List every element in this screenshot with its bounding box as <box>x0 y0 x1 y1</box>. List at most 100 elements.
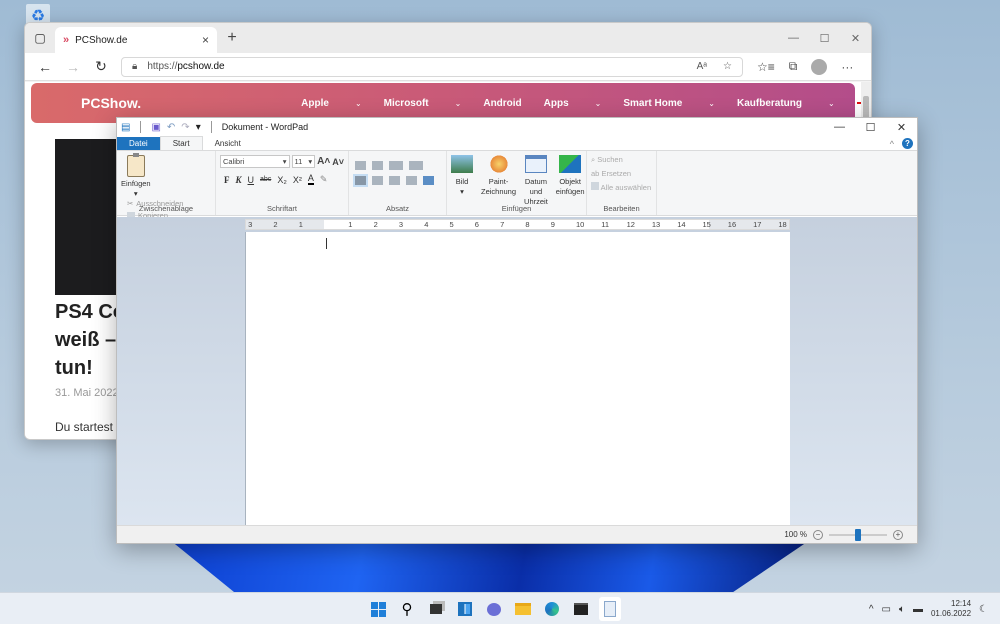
nav-apps[interactable]: Apps ⌄ <box>544 98 602 109</box>
decrease-indent-icon[interactable] <box>355 161 366 170</box>
underline-button[interactable]: U <box>248 175 255 185</box>
clock[interactable]: 12:14 01.06.2022 <box>931 599 971 619</box>
tab-file[interactable]: Datei <box>117 137 160 150</box>
align-left-icon[interactable] <box>353 174 368 187</box>
document-page[interactable] <box>245 232 790 527</box>
zoom-in-button[interactable]: + <box>893 529 903 540</box>
clipboard-icon <box>126 153 145 177</box>
profile-avatar[interactable] <box>811 58 828 75</box>
network-icon[interactable]: ▭ <box>882 604 891 615</box>
wordpad-taskbar-icon[interactable] <box>599 597 621 621</box>
align-right-icon[interactable] <box>389 176 400 185</box>
refresh-button[interactable]: ↻ <box>87 58 115 75</box>
file-explorer-icon[interactable] <box>512 597 534 621</box>
bold-button[interactable]: F <box>224 175 230 185</box>
group-font: Calibri ▾ 11 ▾ A˄ A˅ F K U abc X₂ X² A ✎ S… <box>216 151 349 215</box>
zoom-slider-thumb[interactable] <box>855 528 861 541</box>
undo-icon[interactable]: ↶ <box>167 122 175 133</box>
collections-icon[interactable]: ⧉ <box>789 59 798 74</box>
ruler[interactable]: 3 2 1 1 2 3 4 5 6 7 8 9 10 11 12 13 14 15 16 17 18 <box>245 219 790 230</box>
new-tab-button[interactable]: + <box>217 29 247 47</box>
back-button[interactable]: ← <box>31 59 59 75</box>
close-tab-icon[interactable]: × <box>202 33 209 47</box>
ruler-number: 17 <box>753 220 762 229</box>
article-title[interactable]: PS4 Co weiß – tun! <box>55 298 125 382</box>
ribbon: Einfügen ▾ ✂ Ausschneiden Kopieren Zwische… <box>117 150 917 220</box>
ruler-number: 18 <box>778 220 787 229</box>
tab-view[interactable]: Ansicht <box>203 137 253 150</box>
lock-icon[interactable]: 🔒︎ <box>132 61 137 72</box>
shrink-font-icon[interactable]: A˅ <box>332 157 344 167</box>
search-icon[interactable]: ⚲ <box>396 597 418 621</box>
start-button[interactable] <box>367 597 389 621</box>
nav-kaufberatung[interactable]: Kaufberatung ⌄ <box>737 98 835 109</box>
focus-assist-icon[interactable]: ☾ <box>979 604 988 615</box>
windows-logo-icon <box>370 601 386 617</box>
forward-button[interactable]: → <box>59 59 87 75</box>
ruler-number: 5 <box>449 220 454 229</box>
zoom-out-button[interactable]: − <box>813 529 823 540</box>
teams-chat-icon[interactable] <box>483 597 505 621</box>
wordpad-app-icon[interactable]: ▤ <box>121 122 130 133</box>
redo-icon[interactable]: ↷ <box>181 122 189 133</box>
save-icon[interactable]: ▣ <box>151 122 160 133</box>
font-size-select[interactable]: 11 ▾ <box>291 155 316 168</box>
maximize-button[interactable]: ☐ <box>809 32 840 45</box>
site-logo[interactable]: PCShow. <box>81 95 141 111</box>
italic-button[interactable]: K <box>236 175 242 185</box>
line-spacing-icon[interactable] <box>409 161 423 170</box>
replace-button[interactable]: ab Ersetzen <box>591 169 652 178</box>
task-view-icon[interactable] <box>425 597 447 621</box>
add-favorite-icon[interactable]: ☆ <box>723 61 732 72</box>
strikethrough-button[interactable]: abc <box>260 176 271 183</box>
date-time-button[interactable]: Datum und Uhrzeit <box>524 155 548 207</box>
tab-start[interactable]: Start <box>159 136 203 150</box>
ruler-number: 13 <box>651 220 661 229</box>
align-center-icon[interactable] <box>372 176 383 185</box>
browser-tab[interactable]: » PCShow.de × <box>55 27 217 53</box>
close-button[interactable]: ✕ <box>886 121 917 134</box>
font-family-select[interactable]: Calibri ▾ <box>220 155 290 168</box>
close-button[interactable]: ✕ <box>840 32 871 45</box>
store-icon[interactable] <box>570 597 592 621</box>
zoom-slider[interactable] <box>829 528 887 541</box>
show-hidden-icons-icon[interactable]: ^ <box>869 604 874 615</box>
chevron-down-icon: ⌄ <box>454 98 462 108</box>
insert-picture-button[interactable]: Bild ▾ <box>451 155 473 207</box>
bullet-list-icon[interactable] <box>389 161 403 170</box>
insert-object-button[interactable]: Objekt einfügen <box>556 155 585 207</box>
grow-font-icon[interactable]: A˄ <box>317 156 330 167</box>
favorites-icon[interactable]: ☆≡ <box>757 60 775 74</box>
volume-icon[interactable]: 🔈︎ <box>899 604 905 615</box>
increase-indent-icon[interactable] <box>372 161 383 170</box>
minimize-button[interactable]: — <box>778 32 809 45</box>
battery-icon[interactable]: ▬ <box>913 604 923 615</box>
subscript-button[interactable]: X₂ <box>277 175 287 185</box>
maximize-button[interactable]: ☐ <box>855 121 886 134</box>
highlight-button[interactable]: ✎ <box>320 174 328 185</box>
paragraph-settings-icon[interactable] <box>423 176 434 185</box>
minimize-button[interactable]: — <box>824 121 855 134</box>
customize-quick-access-icon[interactable]: ▾ <box>196 122 201 133</box>
tab-actions-icon[interactable]: ▢ <box>25 23 55 53</box>
address-bar[interactable]: 🔒︎ https://pcshow.de Aᵃ ☆ <box>121 56 743 77</box>
paste-button[interactable]: Einfügen ▾ <box>121 153 151 199</box>
widgets-icon[interactable] <box>454 597 476 621</box>
nav-android[interactable]: Android <box>483 98 521 109</box>
find-button[interactable]: ⌕ Suchen <box>591 155 652 165</box>
select-all-button[interactable]: Alle auswählen <box>591 182 652 192</box>
nav-microsoft[interactable]: Microsoft ⌄ <box>384 98 462 109</box>
help-icon[interactable]: ? <box>902 138 913 149</box>
justify-icon[interactable] <box>406 176 417 185</box>
browser-toolbar: ← → ↻ 🔒︎ https://pcshow.de Aᵃ ☆ ☆≡ ⧉ ··· <box>25 53 871 81</box>
collapse-ribbon-icon[interactable]: ^ <box>890 139 894 149</box>
read-aloud-icon[interactable]: Aᵃ <box>697 61 707 72</box>
superscript-button[interactable]: X² <box>293 175 302 185</box>
paint-drawing-button[interactable]: Paint- Zeichnung <box>481 155 516 207</box>
chevron-down-icon: ⌄ <box>827 98 835 108</box>
nav-smart-home[interactable]: Smart Home ⌄ <box>623 98 715 109</box>
edge-icon[interactable] <box>541 597 563 621</box>
text-color-button[interactable]: A <box>307 174 314 185</box>
nav-apple[interactable]: Apple ⌄ <box>301 98 361 109</box>
more-menu-icon[interactable]: ··· <box>841 60 853 74</box>
